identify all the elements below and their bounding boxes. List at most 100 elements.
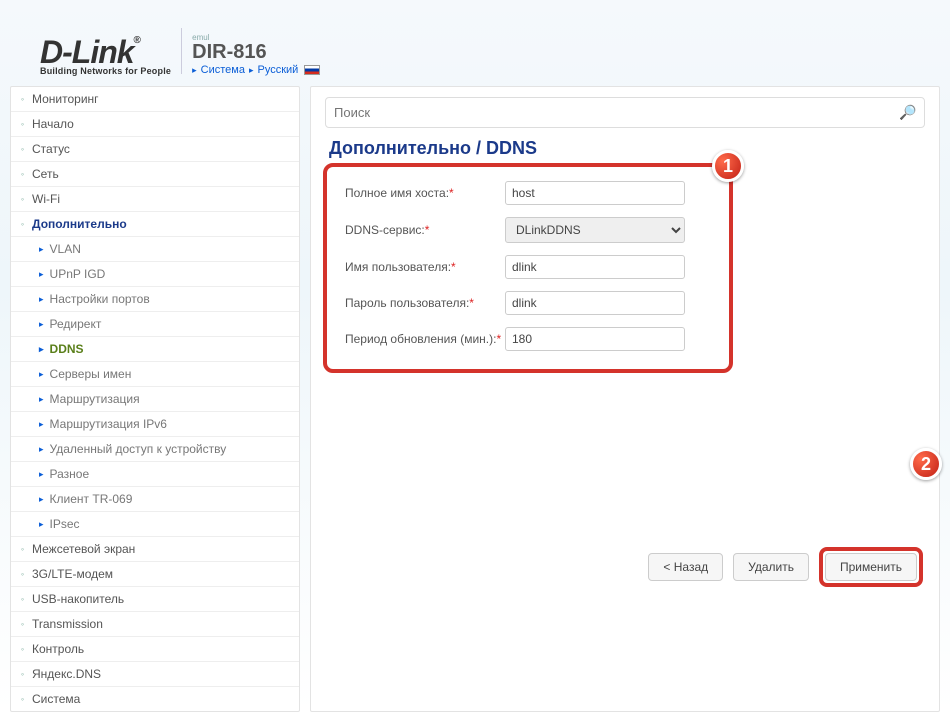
sidebar-sub-ipsec[interactable]: ▸ IPsec: [11, 512, 299, 537]
service-select[interactable]: DLinkDDNS: [505, 217, 685, 243]
sidebar-item-status[interactable]: ◦Статус: [11, 137, 299, 162]
chevron-right-icon: ▸: [39, 319, 44, 330]
apply-highlight-frame: Применить: [819, 547, 923, 587]
sidebar-item-net[interactable]: ◦Сеть: [11, 162, 299, 187]
sidebar-sub-remote[interactable]: ▸Удаленный доступ к устройству: [11, 437, 299, 462]
apply-button[interactable]: Применить: [825, 553, 917, 581]
delete-button[interactable]: Удалить: [733, 553, 809, 581]
sidebar-item-label: VLAN: [50, 242, 81, 256]
chevron-right-icon: ▸: [39, 394, 44, 405]
back-button[interactable]: < Назад: [648, 553, 723, 581]
chevron-right-icon: ▸: [249, 65, 254, 76]
chevron-icon: ◦: [19, 546, 26, 553]
sidebar-item-label: Яндекс.DNS: [32, 667, 101, 681]
chevron-icon: ◦: [19, 671, 26, 678]
sidebar-sub-redirect[interactable]: ▸ Редирект: [11, 312, 299, 337]
password-input[interactable]: [505, 291, 685, 315]
sidebar-item-label: Маршрутизация: [50, 392, 140, 406]
sidebar-item-label: Начало: [32, 117, 74, 131]
chevron-icon: ◦: [19, 621, 26, 628]
sidebar-item-label: IPsec: [50, 517, 80, 531]
header: D-Link® Building Networks for People emu…: [0, 0, 950, 86]
chevron-icon: ◦: [19, 596, 26, 603]
period-label: Период обновления (мин.):*: [345, 332, 505, 346]
sidebar-sub-vlan[interactable]: ▸ VLAN: [11, 237, 299, 262]
sidebar-item-firewall[interactable]: ◦ Межсетевой экран: [11, 537, 299, 562]
chevron-icon: ◦: [19, 171, 26, 178]
sidebar-item-label: Wi-Fi: [32, 192, 60, 206]
sidebar-item-label: Transmission: [32, 617, 103, 631]
sidebar-item-label: Разное: [50, 467, 90, 481]
chevron-right-icon: ▸: [39, 419, 44, 430]
sidebar-item-label: Настройки портов: [50, 292, 150, 306]
sidebar-item-label: UPnP IGD: [50, 267, 106, 281]
breadcrumb-lang[interactable]: Русский: [258, 64, 299, 76]
search-icon: 🔍: [899, 104, 916, 121]
form-highlight-frame: Полное имя хоста:* DDNS-сервис:* DLinkDD…: [323, 163, 733, 373]
model-block: emul DIR-816 ▸ Система ▸ Русский: [192, 33, 320, 76]
username-input[interactable]: [505, 255, 685, 279]
chevron-right-icon: ▸: [39, 369, 44, 380]
sidebar-item-monitoring[interactable]: ◦Мониторинг: [11, 87, 299, 112]
chevron-right-icon: ▸: [39, 519, 44, 530]
sidebar-item-label: Серверы имен: [50, 367, 132, 381]
chevron-icon: ◦: [19, 571, 26, 578]
main-panel: 🔍 Дополнительно / DDNS Полное имя хоста:…: [310, 86, 940, 712]
model-name: DIR-816: [192, 42, 320, 62]
breadcrumb: ▸ Система ▸ Русский: [192, 64, 320, 76]
chevron-icon: ◦: [19, 221, 26, 228]
flag-ru-icon: [304, 65, 320, 75]
chevron-icon: ◦: [19, 96, 26, 103]
chevron-right-icon: ▸: [39, 469, 44, 480]
sidebar-item-wifi[interactable]: ◦ Wi-Fi: [11, 187, 299, 212]
sidebar-item-3g[interactable]: ◦ 3G/LTE-модем: [11, 562, 299, 587]
sidebar-item-label: Контроль: [32, 642, 84, 656]
period-input[interactable]: [505, 327, 685, 351]
chevron-icon: ◦: [19, 146, 26, 153]
chevron-icon: ◦: [19, 121, 26, 128]
search-input[interactable]: [334, 105, 899, 120]
sidebar: ◦Мониторинг ◦ Начало ◦Статус ◦Сеть ◦ Wi-Fi…: [10, 86, 300, 712]
sidebar-sub-nameservers[interactable]: ▸ Серверы имен: [11, 362, 299, 387]
chevron-right-icon: ▸: [192, 65, 197, 76]
sidebar-sub-routing6[interactable]: ▸ Маршрутизация IPv6: [11, 412, 299, 437]
breadcrumb-system[interactable]: Система: [201, 64, 245, 76]
chevron-right-icon: ▸: [39, 244, 44, 255]
sidebar-sub-ports[interactable]: ▸Настройки портов: [11, 287, 299, 312]
chevron-right-icon: ▸: [39, 269, 44, 280]
hostname-input[interactable]: [505, 181, 685, 205]
sidebar-item-label: Маршрутизация IPv6: [50, 417, 167, 431]
sidebar-item-label: Удаленный доступ к устройству: [50, 442, 227, 456]
sidebar-sub-upnp[interactable]: ▸ UPnP IGD: [11, 262, 299, 287]
chevron-icon: ◦: [19, 696, 26, 703]
password-label: Пароль пользователя:*: [345, 296, 505, 310]
sidebar-item-usb[interactable]: ◦ USB-накопитель: [11, 587, 299, 612]
chevron-icon: ◦: [19, 196, 26, 203]
sidebar-sub-tr069[interactable]: ▸ Клиент TR-069: [11, 487, 299, 512]
logo: D-Link® Building Networks for People: [40, 36, 171, 76]
sidebar-sub-routing[interactable]: ▸ Маршрутизация: [11, 387, 299, 412]
chevron-icon: ◦: [19, 646, 26, 653]
sidebar-item-transmission[interactable]: ◦ Transmission: [11, 612, 299, 637]
sidebar-item-yandexdns[interactable]: ◦ Яндекс.DNS: [11, 662, 299, 687]
sidebar-item-label: DDNS: [50, 342, 84, 356]
logo-subtitle: Building Networks for People: [40, 66, 171, 76]
sidebar-sub-misc[interactable]: ▸ Разное: [11, 462, 299, 487]
chevron-right-icon: ▸: [39, 494, 44, 505]
sidebar-item-label: Межсетевой экран: [32, 542, 135, 556]
sidebar-item-label: Система: [32, 692, 80, 706]
logo-text: D-Link®: [40, 36, 140, 68]
sidebar-item-system[interactable]: ◦ Система: [11, 687, 299, 711]
page-title: Дополнительно / DDNS: [329, 138, 921, 159]
sidebar-item-label: 3G/LTE-модем: [32, 567, 113, 581]
sidebar-item-advanced[interactable]: ◦Дополнительно: [11, 212, 299, 237]
sidebar-item-control[interactable]: ◦ Контроль: [11, 637, 299, 662]
sidebar-item-label: Клиент TR-069: [50, 492, 133, 506]
sidebar-sub-ddns[interactable]: ▸DDNS: [11, 337, 299, 362]
search-box[interactable]: 🔍: [325, 97, 925, 128]
sidebar-item-label: USB-накопитель: [32, 592, 124, 606]
button-row: < Назад Удалить Применить: [648, 547, 923, 587]
sidebar-item-label: Редирект: [50, 317, 102, 331]
sidebar-item-start[interactable]: ◦ Начало: [11, 112, 299, 137]
divider: [181, 28, 182, 74]
